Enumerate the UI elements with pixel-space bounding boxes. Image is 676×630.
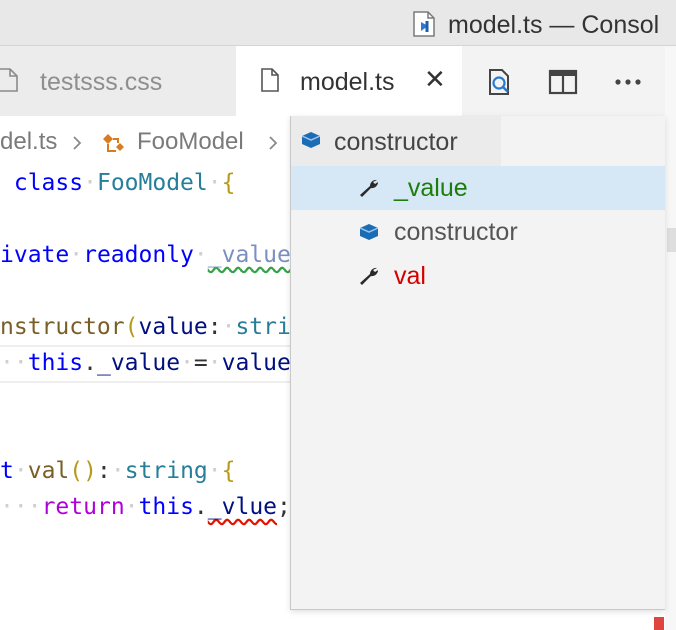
breadcrumb-symbol-picker: constructor _value constructor val (290, 116, 665, 610)
tab-label: model.ts (300, 68, 395, 96)
code-line: ivate·readonly·_value (0, 242, 291, 268)
breadcrumb-file[interactable]: del.ts (0, 128, 57, 156)
file-ts-icon (413, 11, 435, 37)
code-line: ··this._value·=·value (0, 350, 291, 376)
close-icon[interactable]: ✕ (424, 64, 446, 95)
code-line: class·FooModel·{ (13, 170, 236, 196)
breadcrumb-symbol-label: constructor (334, 128, 458, 156)
more-actions-icon[interactable] (613, 67, 643, 97)
tab-bar: testsss.css model.ts ✕ (0, 46, 665, 116)
class-icon (103, 134, 124, 152)
chevron-right-icon (73, 136, 82, 150)
outline-item-label: _value (394, 174, 468, 202)
outline-item-label: constructor (394, 218, 518, 246)
outline-item-label: val (394, 262, 426, 290)
wrench-icon (360, 267, 379, 285)
split-editor-icon[interactable] (548, 67, 578, 97)
wrench-icon (360, 179, 379, 197)
outline-item-constructor[interactable]: constructor (291, 210, 665, 254)
chevron-right-icon (269, 136, 278, 150)
file-icon (261, 68, 279, 92)
file-icon (0, 68, 18, 92)
open-changes-icon[interactable] (484, 67, 514, 97)
code-line: nstructor(value:·stri (0, 314, 291, 340)
outline-item-val[interactable]: val (291, 254, 665, 298)
tab-testsss-css[interactable]: testsss.css (0, 46, 236, 116)
breadcrumb-class[interactable]: FooModel (137, 128, 244, 156)
scrollbar-thumb[interactable] (667, 228, 676, 252)
breadcrumb-symbol[interactable]: constructor (291, 116, 501, 166)
title-bar: model.ts — Consol (0, 0, 676, 46)
tab-model-ts[interactable]: model.ts ✕ (236, 46, 462, 116)
window-title: model.ts — Consol (448, 11, 660, 39)
vertical-scrollbar[interactable] (665, 46, 676, 630)
code-line: t·val():·string·{ (0, 458, 236, 484)
code-line: ···return·this._vlue; (0, 494, 291, 520)
method-icon (359, 224, 379, 240)
tab-label: testsss.css (40, 68, 163, 96)
method-icon (301, 132, 321, 148)
outline-item-value[interactable]: _value (291, 166, 665, 210)
